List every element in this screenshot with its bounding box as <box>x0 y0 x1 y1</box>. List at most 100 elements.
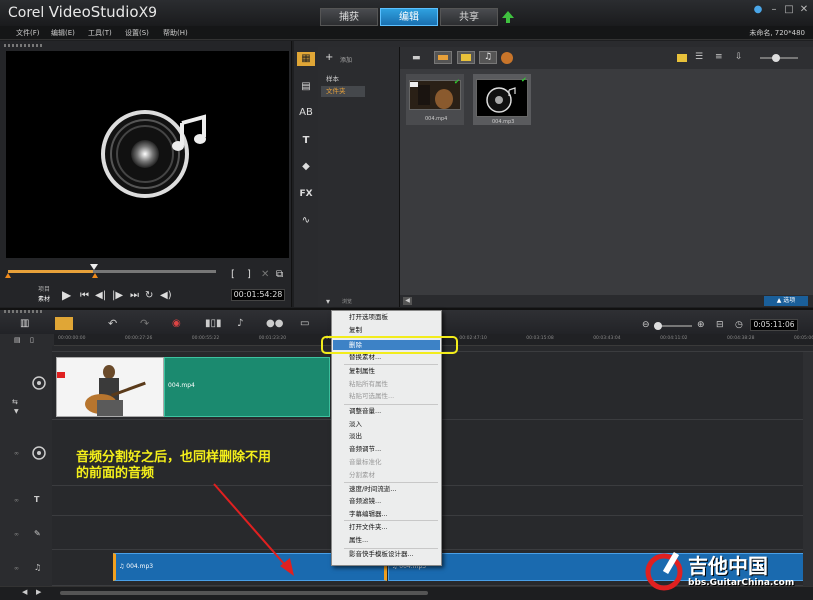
link-icon[interactable]: ∞ <box>14 497 19 504</box>
next-frame-icon[interactable]: |▶ <box>112 290 123 302</box>
context-menu-item[interactable]: 打开选项面板 <box>349 313 388 321</box>
tab-capture[interactable]: 捕获 <box>320 8 378 26</box>
repeat-icon[interactable]: ↻ <box>145 290 153 302</box>
track-dropdown-icon[interactable]: ▼ <box>14 408 19 415</box>
zoom-out-icon[interactable]: ⊖ <box>642 320 650 330</box>
menu-edit[interactable]: 编辑(E) <box>51 28 75 38</box>
context-menu-item[interactable]: 打开文件夹... <box>349 523 388 531</box>
end-icon[interactable]: ⏭ <box>130 290 139 302</box>
options-button[interactable]: ▲ 选项 <box>764 296 808 306</box>
subtitle-editor-icon[interactable]: ▭ <box>300 318 309 329</box>
mark-out-button[interactable]: ] <box>247 269 251 281</box>
import-icon[interactable] <box>501 52 513 64</box>
ripple-edit-icon[interactable]: ⇆ <box>12 398 18 406</box>
folder-folder[interactable]: 文件夹 <box>321 86 365 97</box>
context-menu-item[interactable]: 调整音量... <box>349 407 381 415</box>
folder-samples[interactable]: 样本 <box>321 74 399 85</box>
help-icon[interactable]: ● <box>752 4 764 16</box>
link-icon[interactable]: ∞ <box>14 531 19 538</box>
view-list-icon[interactable]: ☰ <box>695 52 703 62</box>
context-menu-item[interactable]: 音频滤镜... <box>349 497 381 505</box>
context-menu-item[interactable]: 复制 <box>349 326 362 334</box>
browse-label[interactable]: 浏览 <box>342 298 352 305</box>
instant-project-icon[interactable]: ▤ <box>299 80 313 94</box>
context-menu-item[interactable]: 分割素材 <box>349 471 375 479</box>
link-icon[interactable]: ∞ <box>14 565 19 572</box>
previous-frame-icon[interactable]: ◀| <box>95 290 106 302</box>
player-timecode[interactable]: 00:01:54:28 <box>231 289 285 301</box>
add-folder-icon[interactable]: + <box>325 52 333 63</box>
media-icon[interactable]: ▦ <box>297 52 315 66</box>
storyboard-view-icon[interactable]: ▥ <box>20 318 29 329</box>
context-menu-item[interactable]: 属性... <box>349 536 368 544</box>
library-item-audio[interactable]: ✔ 004.mp3 <box>473 74 531 125</box>
link-icon[interactable]: ∞ <box>14 450 19 457</box>
timeline-timecode[interactable]: 0:05:11:06 <box>750 319 798 331</box>
context-menu-item[interactable]: 音量标准化 <box>349 458 382 466</box>
panel-grip[interactable] <box>4 310 44 313</box>
thumbnail-zoom-knob[interactable] <box>772 54 780 62</box>
timeline-zoom-knob[interactable] <box>654 322 662 330</box>
transition-icon[interactable]: AB <box>299 106 313 120</box>
maximize-icon[interactable]: □ <box>783 4 795 16</box>
video-clip-thumbnail[interactable] <box>56 357 164 417</box>
context-menu-item[interactable]: 替换素材... <box>349 353 381 361</box>
fit-project-icon[interactable]: ⊟ <box>716 320 724 330</box>
motion-tracking-icon[interactable]: ●● <box>266 318 283 329</box>
enlarge-icon[interactable]: ⧉ <box>276 269 283 281</box>
upload-arrow-icon[interactable] <box>501 10 515 24</box>
context-menu-item[interactable]: 粘贴所有属性 <box>349 380 388 388</box>
tab-edit[interactable]: 编辑 <box>380 8 438 26</box>
context-menu-item[interactable]: 音频调节... <box>349 445 381 453</box>
show-video-icon[interactable] <box>434 51 452 64</box>
timeline-view-icon[interactable] <box>55 317 73 330</box>
zoom-in-icon[interactable]: ⊕ <box>697 320 705 330</box>
show-audio-icon[interactable]: ♫ <box>479 51 497 64</box>
context-menu-item[interactable]: 淡入 <box>349 420 362 428</box>
play-icon[interactable]: ▶ <box>62 289 71 301</box>
home-icon[interactable]: ⏮ <box>80 290 89 302</box>
filter-fx-icon[interactable]: FX <box>299 187 313 201</box>
close-icon[interactable]: ✕ <box>798 4 810 16</box>
folder-open-icon[interactable]: ▬ <box>412 53 421 63</box>
sound-mixer-icon[interactable]: ▮▯▮ <box>205 318 222 329</box>
scroll-right-icon[interactable]: ▶ <box>36 588 41 596</box>
context-menu-item[interactable]: 字幕编辑器... <box>349 510 388 518</box>
menu-tools[interactable]: 工具(T) <box>88 28 112 38</box>
project-mode-label[interactable]: 项目 <box>38 284 50 293</box>
title-icon[interactable]: T <box>299 134 313 148</box>
add-folder-label[interactable]: 添加 <box>340 55 352 64</box>
mark-in-handle[interactable] <box>5 273 11 278</box>
auto-music-icon[interactable]: ♪ <box>237 318 243 329</box>
scroll-thumb[interactable] <box>60 591 428 595</box>
context-menu-item[interactable]: 淡出 <box>349 432 362 440</box>
view-details-icon[interactable]: ≡ <box>715 52 723 62</box>
menu-help[interactable]: 帮助(H) <box>163 28 188 38</box>
show-photo-icon[interactable] <box>457 51 475 64</box>
path-icon[interactable]: ∿ <box>299 214 313 228</box>
split-clip-icon[interactable]: ✕ <box>261 269 269 281</box>
volume-icon[interactable]: ◀) <box>160 290 172 302</box>
record-icon[interactable]: ◉ <box>172 318 181 329</box>
menu-file[interactable]: 文件(F) <box>16 28 40 38</box>
clip-mode-label[interactable]: 素材 <box>38 294 50 303</box>
mark-out-handle[interactable] <box>92 273 98 278</box>
mark-in-button[interactable]: [ <box>231 269 235 281</box>
redo-icon[interactable]: ↷ <box>140 317 149 330</box>
track-manager-icon[interactable]: ▤ <box>14 336 21 344</box>
sort-icon[interactable]: ⇩ <box>735 52 743 62</box>
context-menu-item[interactable]: 速度/时间流逝... <box>349 485 396 493</box>
library-item-video[interactable]: ✔ 004.mp4 <box>406 74 464 125</box>
browse-icon[interactable]: ▾ <box>326 297 330 306</box>
panel-grip[interactable] <box>4 44 44 47</box>
context-menu-item[interactable]: 影音快手模板设计器... <box>349 550 414 558</box>
undo-icon[interactable]: ↶ <box>108 317 117 330</box>
context-menu-item[interactable]: 复制属性 <box>349 367 375 375</box>
collapse-icon[interactable]: ◀ <box>403 297 412 305</box>
menu-settings[interactable]: 设置(S) <box>125 28 149 38</box>
scroll-left-icon[interactable]: ◀ <box>22 588 27 596</box>
minimize-icon[interactable]: – <box>768 4 780 16</box>
context-menu-item[interactable]: 粘贴可选属性... <box>349 392 394 400</box>
view-thumbnail-icon[interactable] <box>677 54 687 62</box>
chapter-icon[interactable]: ▯ <box>30 336 34 344</box>
